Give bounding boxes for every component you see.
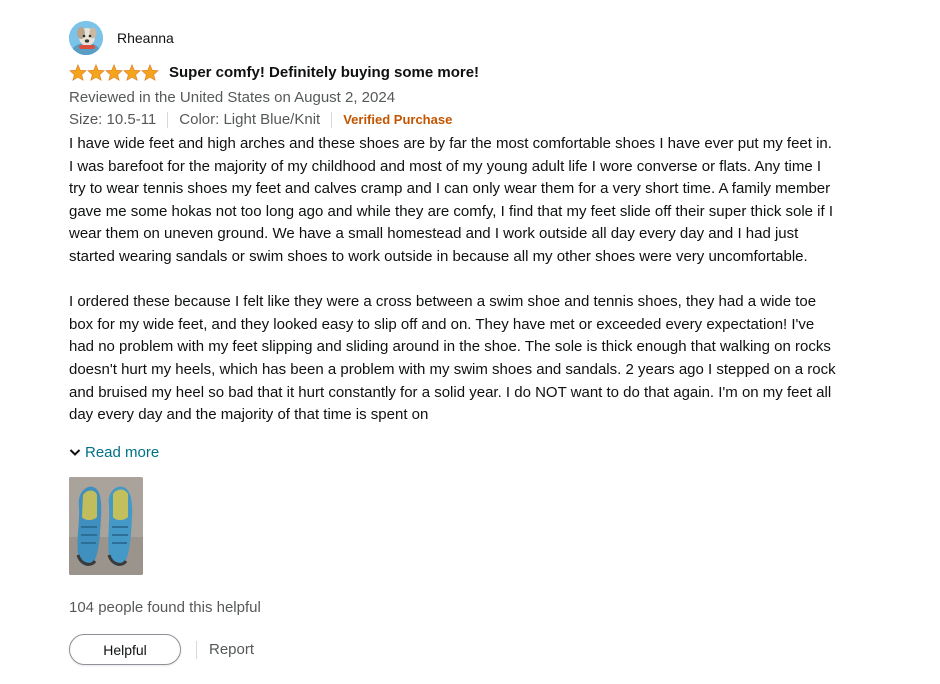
review-card: Rheanna Super comfy! Definitely buying s… (69, 20, 869, 665)
star-rating[interactable] (69, 64, 159, 81)
star-icon (69, 64, 87, 81)
review-date: Reviewed in the United States on August … (69, 89, 396, 106)
review-title[interactable]: Super comfy! Definitely buying some more… (169, 64, 479, 81)
verified-purchase-badge: Verified Purchase (343, 112, 453, 127)
shoes-photo-thumbnail[interactable] (69, 477, 143, 575)
dog-avatar-icon[interactable] (69, 21, 103, 55)
review-title-row: Super comfy! Definitely buying some more… (69, 62, 869, 83)
format-divider (331, 112, 333, 128)
helpful-count: 104 people found this helpful (69, 599, 261, 616)
helpful-button[interactable]: Helpful (69, 634, 181, 665)
review-body: I have wide feet and high arches and the… (69, 133, 839, 439)
star-icon (87, 64, 105, 81)
actions-divider (196, 640, 197, 659)
format-divider (167, 112, 169, 128)
format-color: Color: Light Blue/Knit (179, 111, 321, 128)
review-paragraph-2: I ordered these because I felt like they… (69, 293, 836, 424)
reviewer-profile[interactable]: Rheanna (69, 20, 869, 56)
chevron-down-icon (69, 444, 81, 461)
report-link[interactable]: Report (209, 641, 254, 658)
star-icon (105, 64, 123, 81)
star-icon (123, 64, 141, 81)
reviewer-name[interactable]: Rheanna (117, 30, 174, 46)
star-icon (141, 64, 159, 81)
review-format-strip: Size: 10.5-11 Color: Light Blue/Knit Ver… (69, 109, 869, 131)
format-size: Size: 10.5-11 (69, 111, 157, 128)
read-more-label: Read more (85, 443, 160, 461)
review-actions: Helpful Report (69, 634, 869, 665)
read-more-link[interactable]: Read more (69, 441, 869, 463)
review-paragraph-1: I have wide feet and high arches and the… (69, 135, 834, 265)
